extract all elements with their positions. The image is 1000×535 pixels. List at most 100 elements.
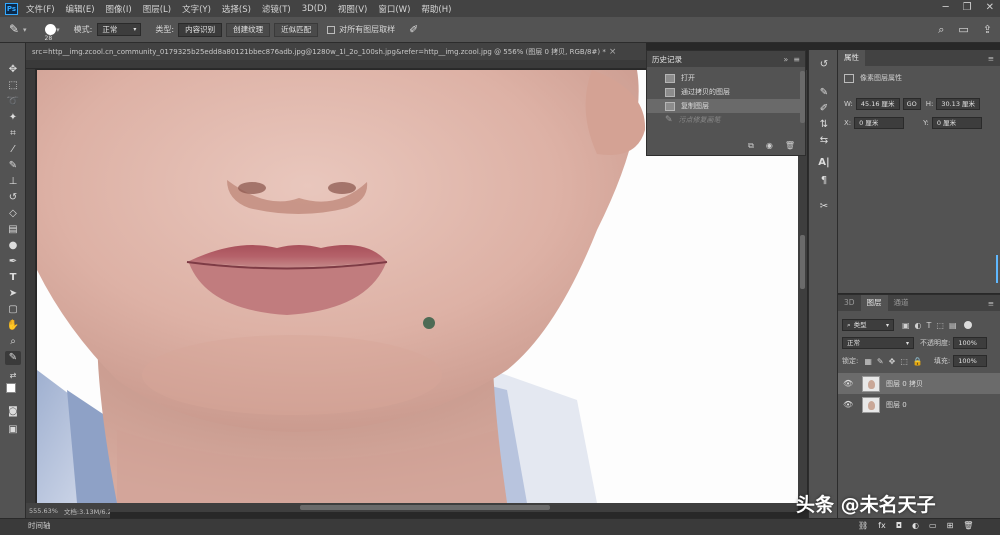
adjustments-icon[interactable]: ⇅	[817, 118, 831, 132]
tab-3d[interactable]: 3D	[838, 295, 861, 311]
restore-icon[interactable]: ❐	[963, 2, 972, 13]
visibility-eye-icon[interactable]: 👁	[843, 379, 853, 388]
history-scroll-thumb[interactable]	[800, 71, 805, 123]
layer-filter-select[interactable]: ⌕ 类型 ▾	[842, 319, 894, 331]
document-tab[interactable]: src=http__img.zcool.cn_community_0179325…	[26, 43, 646, 60]
marquee-tool-icon[interactable]: ⬚	[5, 79, 21, 93]
panel-menu-icon[interactable]: ≡	[988, 299, 994, 308]
blend-mode-select[interactable]: 正常 ▾	[842, 337, 914, 349]
tool-preset-chevron-icon[interactable]: ▾	[23, 26, 27, 34]
x-field[interactable]: 0 厘米	[854, 117, 905, 129]
visibility-eye-icon[interactable]: 👁	[843, 400, 853, 409]
search-icon[interactable]: ⌕	[938, 23, 944, 37]
stamp-tool-icon[interactable]: ⊥	[5, 175, 21, 189]
history-item[interactable]: 打开	[647, 71, 805, 85]
trash-icon[interactable]: 🗑	[963, 521, 973, 530]
horizontal-scroll-thumb[interactable]	[300, 505, 550, 510]
adjustment-layer-icon[interactable]: ◐	[912, 521, 919, 530]
panel-menu-icon[interactable]: ≡	[793, 55, 800, 64]
history-title[interactable]: 历史记录	[652, 54, 682, 65]
crop-tool-icon[interactable]: ⌗	[5, 127, 21, 141]
menu-help[interactable]: 帮助(H)	[421, 3, 451, 15]
path-select-tool-icon[interactable]: ➤	[5, 287, 21, 301]
width-field[interactable]: 45.16 厘米	[855, 98, 900, 110]
type-tool-icon[interactable]: T	[5, 271, 21, 285]
quick-mask-icon[interactable]: ◙	[5, 405, 21, 419]
tab-layers[interactable]: 图层	[860, 295, 888, 311]
vertical-scroll-thumb[interactable]	[800, 235, 805, 289]
minimize-icon[interactable]: ─	[943, 2, 949, 13]
pen-tool-icon[interactable]: ✒	[5, 255, 21, 269]
link-layers-icon[interactable]: ⛓	[858, 521, 868, 530]
layer-row-selected[interactable]: 👁 图层 0 拷贝	[838, 373, 1000, 394]
lasso-tool-icon[interactable]: ➰	[5, 95, 21, 109]
swap-colors-icon[interactable]: ⇄	[5, 369, 21, 383]
menu-layer[interactable]: 图层(L)	[143, 3, 171, 15]
menu-window[interactable]: 窗口(W)	[378, 3, 410, 15]
trash-icon[interactable]: 🗑	[785, 141, 795, 151]
eraser-tool-icon[interactable]: ◇	[5, 207, 21, 221]
history-item-selected[interactable]: 复制图层	[647, 99, 805, 113]
menu-3d[interactable]: 3D(D)	[302, 4, 327, 14]
type-proximity-match-button[interactable]: 近似匹配	[274, 22, 319, 37]
menu-image[interactable]: 图像(I)	[106, 3, 132, 15]
menu-filter[interactable]: 滤镜(T)	[262, 3, 291, 15]
new-layer-icon[interactable]: ⊞	[947, 521, 954, 530]
filter-toggle-icon[interactable]	[963, 321, 972, 329]
layer-row[interactable]: 👁 图层 0	[838, 394, 1000, 415]
link-icon[interactable]: GO	[902, 98, 921, 110]
brush-preview[interactable]	[44, 24, 56, 35]
type-create-texture-button[interactable]: 创建纹理	[226, 22, 271, 37]
camera-snapshot-icon[interactable]: ◉	[766, 141, 773, 151]
history-brush-tool-icon[interactable]: ↺	[5, 191, 21, 205]
tool-presets-icon[interactable]: ✂	[817, 200, 831, 214]
mole-spot[interactable]	[423, 317, 435, 329]
move-tool-icon[interactable]: ✥	[5, 63, 21, 77]
history-panel-icon[interactable]: ↺	[817, 58, 831, 72]
sample-all-layers-checkbox[interactable]	[327, 25, 336, 34]
y-field[interactable]: 0 厘米	[931, 117, 982, 129]
history-item[interactable]: 通过拷贝的图层	[647, 85, 805, 99]
fill-field[interactable]: 100%	[953, 355, 988, 367]
tab-channels[interactable]: 通道	[888, 295, 915, 311]
share-icon[interactable]: ⇪	[983, 23, 992, 37]
panel-menu-icon[interactable]: ≡	[988, 54, 994, 63]
photoshop-logo-icon[interactable]: Ps	[5, 2, 18, 15]
menu-edit[interactable]: 编辑(E)	[66, 3, 95, 15]
history-item[interactable]: ✎ 污点修复画笔	[647, 113, 805, 127]
lock-icons[interactable]: ▦✎✥⬚🔒	[864, 357, 927, 366]
close-icon[interactable]: ✕	[986, 2, 994, 13]
new-group-icon[interactable]: ▭	[929, 521, 937, 530]
workspace-icon[interactable]: ▭	[958, 23, 968, 37]
collapse-icon[interactable]: »	[783, 55, 788, 64]
properties-scroll-indicator[interactable]	[996, 255, 998, 283]
gradient-tool-icon[interactable]: ▤	[5, 223, 21, 237]
new-document-from-state-icon[interactable]: ⧉	[748, 141, 754, 151]
dodge-tool-icon[interactable]: ●	[5, 239, 21, 253]
shape-tool-icon[interactable]: ▢	[5, 303, 21, 317]
zoom-tool-icon[interactable]: ⌕	[5, 335, 21, 349]
paths-icon[interactable]: ⇆	[817, 134, 831, 148]
layer-style-icon[interactable]: fx	[878, 521, 886, 530]
brush-panel-icon[interactable]: ✎	[817, 86, 831, 100]
brush-tool-icon[interactable]: ✎	[5, 159, 21, 173]
screen-mode-icon[interactable]: ▣	[5, 423, 21, 437]
magic-wand-tool-icon[interactable]: ✦	[5, 111, 21, 125]
pressure-icon[interactable]: ✐	[409, 23, 418, 36]
menu-view[interactable]: 视图(V)	[338, 3, 367, 15]
brush-picker-chevron-icon[interactable]: ▾	[56, 26, 60, 34]
menu-file[interactable]: 文件(F)	[26, 3, 55, 15]
timeline-tab[interactable]: 时间轴	[28, 520, 51, 531]
type-content-aware-button[interactable]: 内容识别	[178, 22, 223, 37]
mode-select[interactable]: 正常 ▾	[97, 23, 142, 36]
foreground-color-swatch[interactable]	[6, 383, 16, 393]
character-icon[interactable]: A|	[817, 156, 831, 170]
layer-filter-icons[interactable]: ▣◐T⬚▤	[902, 321, 962, 330]
paragraph-icon[interactable]: ¶	[817, 174, 831, 188]
brush-settings-icon[interactable]: ✐	[817, 102, 831, 116]
close-document-icon[interactable]: ×	[609, 47, 617, 57]
add-mask-icon[interactable]: ◘	[896, 521, 902, 530]
hand-tool-icon[interactable]: ✋	[5, 319, 21, 333]
menu-type[interactable]: 文字(Y)	[182, 3, 211, 15]
height-field[interactable]: 30.13 厘米	[936, 98, 981, 110]
